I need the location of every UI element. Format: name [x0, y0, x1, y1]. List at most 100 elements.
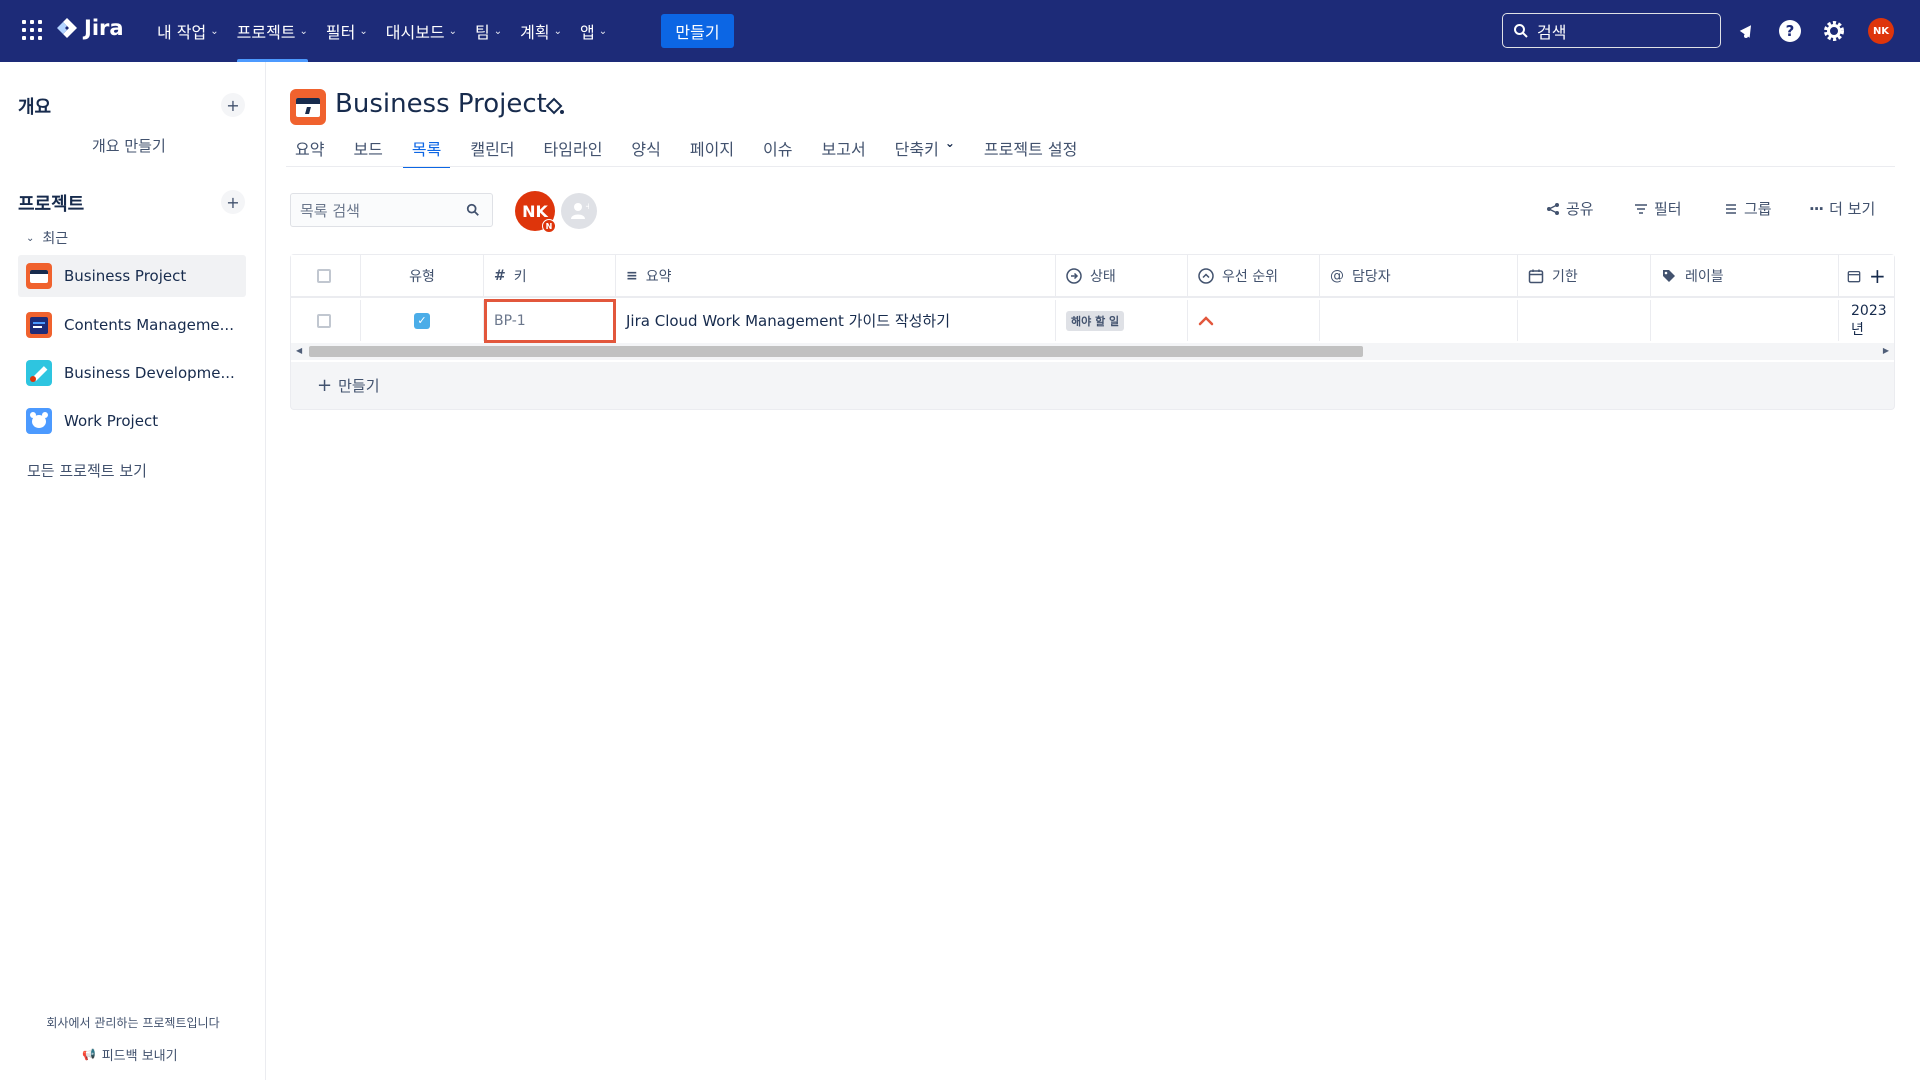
notifications-icon[interactable] — [1733, 17, 1761, 45]
page-title: Business Project — [335, 89, 547, 119]
due-date-cell[interactable] — [1518, 300, 1651, 341]
settings-gear-icon[interactable] — [1820, 17, 1848, 45]
recent-label: 최근 — [42, 231, 69, 247]
rocket-project-icon — [26, 360, 52, 386]
menu-projects[interactable]: 프로젝트 ⌄ — [228, 0, 317, 62]
jira-logo-icon — [57, 18, 77, 38]
column-header-due[interactable]: 기한 — [1518, 255, 1651, 296]
tab-project-settings[interactable]: 프로젝트 설정 — [975, 136, 1086, 166]
bear-project-icon — [26, 408, 52, 434]
help-icon[interactable]: ? — [1776, 17, 1804, 45]
tag-icon — [1663, 269, 1675, 282]
tab-pages[interactable]: 페이지 — [681, 136, 743, 166]
menu-label: 앱 — [580, 23, 595, 42]
add-project-button[interactable]: + — [221, 190, 245, 214]
status-badge[interactable]: 해야 할 일 — [1066, 310, 1125, 331]
app-switcher-icon[interactable] — [22, 20, 44, 42]
tab-list[interactable]: 목록 — [402, 136, 451, 168]
tab-shortcuts[interactable]: 단축키 ⌄ — [886, 136, 964, 166]
issue-list-table: 유형 # 키 ≡ 요약 상태 우선 순위 @ 담당자 기한 레이블 + ✓ BP… — [290, 254, 1895, 410]
add-person-icon: + — [571, 202, 589, 219]
create-label: 만들기 — [338, 377, 380, 395]
project-tabs: 요약 보드 목록 캘린더 타임라인 양식 페이지 이슈 보고서 단축키 ⌄ 프로젝… — [286, 136, 1097, 168]
horizontal-scrollbar[interactable]: ◀ ▶ — [291, 343, 1894, 360]
column-header-key[interactable]: # 키 — [484, 255, 616, 296]
column-header-priority[interactable]: 우선 순위 — [1188, 255, 1320, 296]
select-all-checkbox[interactable] — [291, 255, 361, 296]
menu-plans[interactable]: 계획 ⌄ — [511, 0, 571, 62]
svg-text:?: ? — [1786, 22, 1795, 40]
list-search-input[interactable]: 목록 검색 — [290, 193, 493, 227]
add-overview-button[interactable]: + — [221, 93, 245, 117]
sidebar-project-contents-management[interactable]: Contents Manageme... — [18, 304, 246, 346]
add-column-icon[interactable]: + — [1869, 264, 1886, 288]
summary-lines-icon: ≡ — [626, 267, 638, 284]
filter-button[interactable]: 필터 — [1634, 198, 1682, 219]
priority-cell[interactable] — [1188, 300, 1320, 341]
tab-issues[interactable]: 이슈 — [754, 136, 801, 166]
column-header-assignee[interactable]: @ 담당자 — [1320, 255, 1518, 296]
send-feedback-link[interactable]: 📢 피드백 보내기 — [82, 1045, 178, 1064]
user-avatar[interactable]: NK — [1868, 18, 1894, 44]
add-people-button[interactable]: + — [561, 193, 597, 229]
menu-dashboards[interactable]: 대시보드 ⌄ — [377, 0, 466, 62]
column-header-type[interactable]: 유형 — [361, 255, 484, 296]
menu-teams[interactable]: 팀 ⌄ — [466, 0, 511, 62]
search-icon — [1514, 23, 1528, 38]
project-name: Business Developme... — [64, 364, 235, 382]
share-button[interactable]: 공유 — [1546, 198, 1594, 219]
sidebar: 개요 + 개요 만들기 프로젝트 + ⌄ 최근 Business Project… — [0, 62, 266, 1080]
column-label: 기한 — [1552, 268, 1578, 285]
labels-cell[interactable] — [1651, 300, 1839, 341]
view-all-projects-link[interactable]: 모든 프로젝트 보기 — [27, 460, 147, 481]
member-avatar[interactable]: NK N — [515, 191, 556, 233]
status-cell[interactable]: 해야 할 일 — [1056, 300, 1188, 341]
sidebar-project-business-project[interactable]: Business Project — [18, 255, 246, 297]
column-header-status[interactable]: 상태 — [1056, 255, 1188, 296]
tab-calendar[interactable]: 캘린더 — [461, 136, 523, 166]
column-header-summary[interactable]: ≡ 요약 — [616, 255, 1056, 296]
column-header-labels[interactable]: 레이블 — [1651, 255, 1839, 296]
menu-label: 대시보드 — [385, 23, 445, 42]
calendar-icon — [1528, 269, 1544, 283]
chevron-down-icon: ⌄ — [359, 25, 368, 37]
jira-logo[interactable]: Jira — [56, 16, 124, 40]
sidebar-project-work-project[interactable]: Work Project — [18, 400, 246, 442]
row-select[interactable] — [291, 300, 361, 341]
tab-forms[interactable]: 양식 — [622, 136, 669, 166]
type-cell[interactable]: ✓ — [361, 300, 484, 341]
table-header-row: 유형 # 키 ≡ 요약 상태 우선 순위 @ 담당자 기한 레이블 + — [291, 255, 1894, 298]
paint-bucket-icon[interactable] — [543, 96, 565, 118]
tab-reports[interactable]: 보고서 — [813, 136, 875, 166]
create-overview-link[interactable]: 개요 만들기 — [92, 135, 166, 156]
jira-logo-text: Jira — [84, 16, 124, 40]
menu-label: 계획 — [520, 23, 550, 42]
checkbox[interactable] — [317, 313, 331, 328]
tab-summary[interactable]: 요약 — [286, 136, 333, 166]
menu-my-work[interactable]: 내 작업 ⌄ — [148, 0, 228, 62]
tab-label: 단축키 — [894, 140, 939, 159]
checkbox[interactable] — [317, 268, 331, 283]
create-button[interactable]: 만들기 — [661, 14, 734, 48]
more-button[interactable]: ··· 더 보기 — [1809, 198, 1875, 219]
group-button[interactable]: 그룹 — [1724, 198, 1772, 219]
column-label: 요약 — [645, 268, 672, 285]
global-search-input[interactable]: 검색 — [1502, 13, 1721, 48]
member-initials: NK — [522, 201, 548, 221]
document-project-icon — [26, 312, 52, 338]
scroll-right-icon[interactable]: ▶ — [1883, 346, 1889, 355]
tab-board[interactable]: 보드 — [344, 136, 391, 166]
assignee-cell[interactable] — [1320, 300, 1518, 341]
filter-label: 필터 — [1654, 200, 1682, 218]
menu-apps[interactable]: 앱 ⌄ — [571, 0, 616, 62]
plus-icon: + — [226, 95, 240, 115]
scrollbar-thumb[interactable] — [309, 346, 1363, 357]
recent-toggle[interactable]: ⌄ 최근 — [26, 228, 68, 248]
sidebar-project-business-development[interactable]: Business Developme... — [18, 352, 246, 394]
issue-summary[interactable]: Jira Cloud Work Management 가이드 작성하기 — [616, 300, 1056, 341]
create-issue-button[interactable]: + 만들기 — [317, 375, 380, 396]
column-header-created[interactable]: + — [1839, 255, 1894, 296]
menu-filters[interactable]: 필터 ⌄ — [317, 0, 377, 62]
scroll-left-icon[interactable]: ◀ — [296, 346, 302, 355]
tab-timeline[interactable]: 타임라인 — [535, 136, 612, 166]
